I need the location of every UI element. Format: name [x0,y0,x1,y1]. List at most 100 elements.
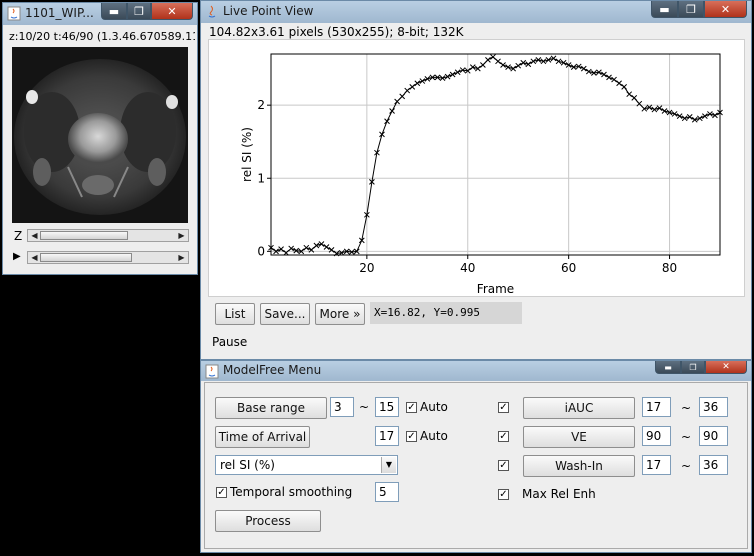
minimize-button[interactable]: ▬ [655,361,681,374]
minimize-button[interactable]: ▬ [101,3,127,20]
wash-in-from-field[interactable]: 17 [642,455,671,475]
data-point [414,80,421,87]
plot-window-controls: ▬ ❐ ✕ [651,1,747,19]
minimize-icon: ▬ [108,4,120,18]
x-tick-label: 40 [460,261,475,275]
list-button[interactable]: List [215,303,255,325]
plot-canvas[interactable]: 20 40 60 80 0 1 2 Frame rel SI (%) [208,39,745,297]
data-point [323,244,330,250]
close-button[interactable]: ✕ [705,361,747,374]
temporal-smoothing-checkbox[interactable]: ✓ [216,487,227,498]
maximize-icon: ❐ [686,2,696,16]
base-range-button[interactable]: Base range [215,397,327,419]
plot-frame [270,53,721,256]
range-separator: ~ [681,430,692,444]
maximize-icon: ❐ [689,362,697,372]
plot-window-title: Live Point View [223,4,314,18]
data-point [702,113,708,119]
x-tick-label: 20 [359,261,374,275]
data-point [495,58,501,65]
data-point [520,59,527,66]
data-point [288,245,295,252]
left-arrow-icon[interactable]: ◀ [29,230,40,241]
ve-from-field[interactable]: 90 [642,426,671,446]
data-point [611,76,617,83]
iauc-to-field[interactable]: 36 [699,397,728,417]
data-point [500,62,506,68]
close-button[interactable]: ✕ [151,3,193,20]
menu-window-titlebar[interactable]: ModelFree Menu ▬ ❐ ✕ [201,361,751,381]
x-tick-label: 80 [662,261,677,275]
coordinate-readout: X=16.82, Y=0.995 [370,302,522,324]
wash-in-button[interactable]: Wash-In [523,455,635,477]
time-of-arrival-button[interactable]: Time of Arrival [215,426,310,448]
data-point [389,108,395,114]
base-from-field[interactable]: 3 [330,397,354,417]
maximize-button[interactable]: ❐ [678,1,704,18]
measure-select[interactable]: rel SI (%) ▼ [215,455,398,475]
measure-select-value: rel SI (%) [220,458,275,472]
maximize-button[interactable]: ❐ [127,3,151,20]
ve-button[interactable]: VE [523,426,635,448]
rel-si-chart: 20 40 60 80 0 1 2 Frame rel SI (%) [240,53,723,296]
image-window-title: 1101_WIP... [25,6,94,20]
chevron-down-icon[interactable]: ▼ [381,457,396,473]
image-window-titlebar[interactable]: 1101_WIP... ▬ ❐ ✕ [3,3,197,25]
right-arrow-icon[interactable]: ▶ [176,252,187,263]
base-to-field[interactable]: 15 [375,397,399,417]
more-button[interactable]: More » [315,303,365,325]
x-tick-label: 60 [561,261,576,275]
z-slider[interactable]: ◀ ▶ [27,229,189,242]
menu-panel: Base range 3 ~ 15 ✓ Auto Time of Arrival… [204,382,748,549]
maximize-button[interactable]: ❐ [681,361,705,374]
data-point [631,95,638,101]
ve-checkbox[interactable]: ✓ [498,431,509,442]
temporal-smoothing-field[interactable]: 5 [375,482,399,502]
data-point [490,54,496,60]
mri-image[interactable] [12,47,188,223]
base-auto-checkbox[interactable]: ✓ [406,402,417,413]
close-icon: ✕ [720,2,731,16]
iauc-checkbox[interactable]: ✓ [498,402,509,413]
mri-slice-graphic [12,47,188,223]
data-point [384,118,390,125]
z-slider-thumb[interactable] [40,231,128,240]
process-button[interactable]: Process [215,510,321,532]
data-point [419,78,426,84]
iauc-from-field[interactable]: 17 [642,397,671,417]
status-text: Pause [212,335,248,349]
toa-auto-checkbox[interactable]: ✓ [406,431,417,442]
toa-field[interactable]: 17 [375,426,399,446]
plot-window-titlebar[interactable]: Live Point View ▬ ❐ ✕ [201,1,751,23]
data-point [606,74,612,81]
data-point [485,56,491,63]
t-slider-thumb[interactable] [40,253,132,262]
series-line [270,56,721,255]
left-arrow-icon[interactable]: ◀ [29,252,40,263]
data-point [651,106,658,113]
data-point [303,244,310,251]
data-point [530,58,537,65]
data-point [671,111,678,117]
iauc-button[interactable]: iAUC [523,397,635,419]
data-point [621,84,627,90]
max-rel-enh-label: Max Rel Enh [522,487,596,501]
data-point [515,62,522,69]
right-arrow-icon[interactable]: ▶ [176,230,187,241]
range-separator: ~ [359,400,370,414]
max-rel-enh-checkbox[interactable]: ✓ [498,489,509,500]
z-slider-label: Z [14,229,23,243]
wash-in-to-field[interactable]: 36 [699,455,728,475]
data-point [686,114,693,120]
wash-in-checkbox[interactable]: ✓ [498,460,509,471]
plot-window: Live Point View ▬ ❐ ✕ 104.82x3.61 pixels… [200,0,752,360]
save-button[interactable]: Save... [260,303,310,325]
close-button[interactable]: ✕ [704,1,747,18]
ve-to-field[interactable]: 90 [699,426,728,446]
base-auto-label: Auto [420,400,448,414]
t-play-icon[interactable]: ▶ [13,251,21,262]
t-slider[interactable]: ◀ ▶ [27,251,189,264]
minimize-button[interactable]: ▬ [651,1,678,18]
range-separator: ~ [681,459,692,473]
data-point [409,84,416,90]
